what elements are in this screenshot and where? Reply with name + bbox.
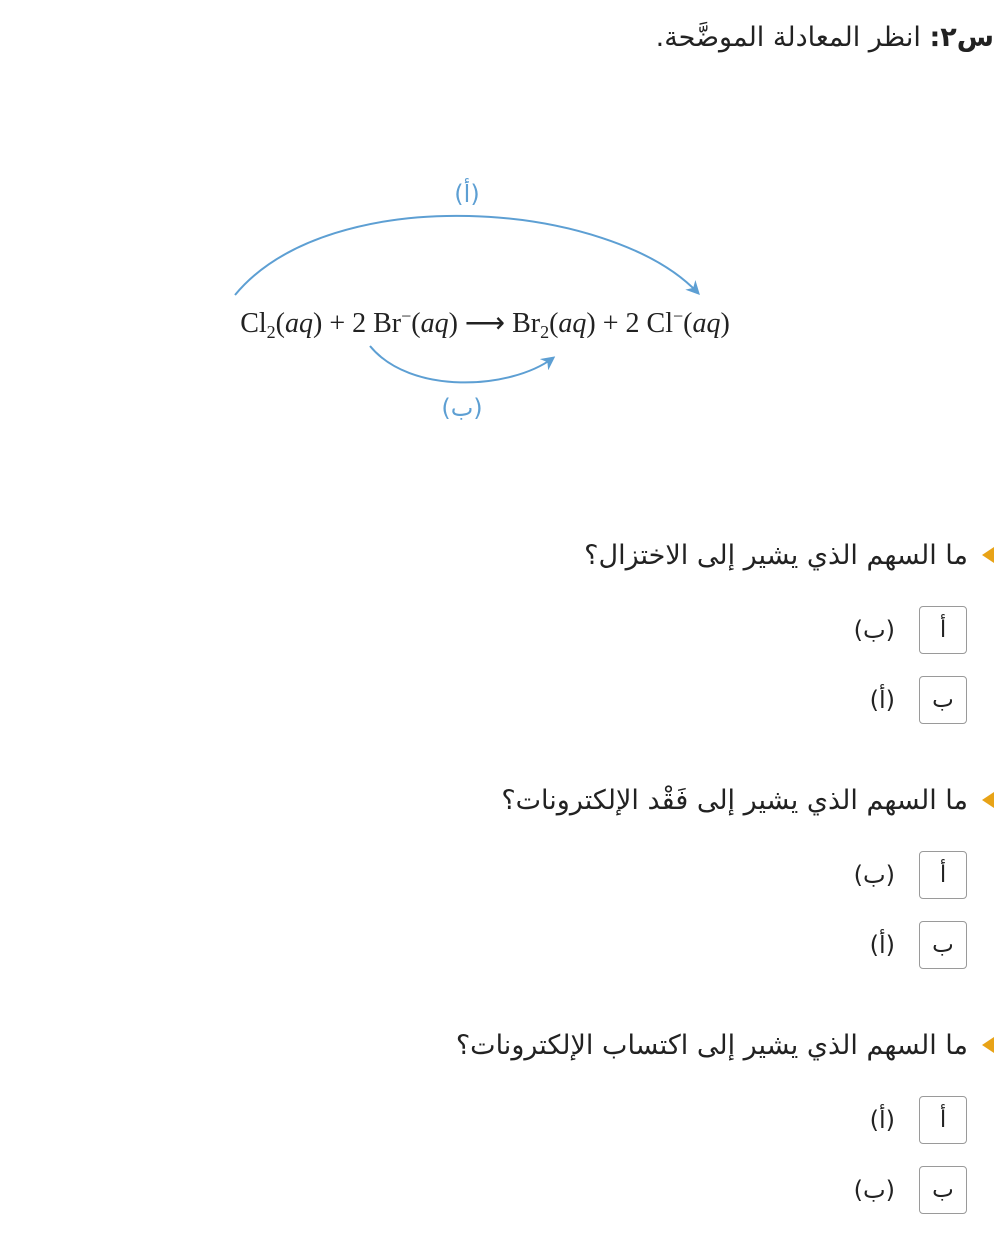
option-text[interactable]: (ب) [854, 616, 895, 644]
option-text[interactable]: (أ) [870, 686, 895, 714]
option-text[interactable]: (ب) [854, 1176, 895, 1204]
chemical-equation: Cl2(aq) + 2 Br−(aq) ⟶ Br2(aq) + 2 Cl−(aq… [240, 306, 730, 342]
arrow-a [234, 214, 700, 296]
arrow-b [369, 345, 556, 384]
question-number: س٢: [929, 22, 994, 53]
arrow-a-label: (أ) [454, 178, 479, 208]
option-text[interactable]: (أ) [870, 1106, 895, 1134]
option-letter-box[interactable]: أ [919, 1096, 967, 1144]
part-1-option-b[interactable]: ب (أ) [14, 675, 967, 725]
bullet-triangle-icon [982, 547, 994, 563]
arrow-b-label: (ب) [441, 394, 482, 422]
question-part-3: ما السهم الذي يشير إلى اكتساب الإلكترونا… [14, 1025, 994, 1215]
option-letter-box[interactable]: ب [919, 921, 967, 969]
part-2-question: ما السهم الذي يشير إلى فَقْد الإلكترونات… [14, 780, 994, 820]
question-part-1: ما السهم الذي يشير إلى الاختزال؟ أ (ب) ب… [14, 535, 994, 725]
option-text[interactable]: (ب) [854, 861, 895, 889]
part-1-question: ما السهم الذي يشير إلى الاختزال؟ [14, 535, 994, 575]
option-text[interactable]: (أ) [870, 931, 895, 959]
part-2-option-b[interactable]: ب (أ) [14, 920, 967, 970]
option-letter-box[interactable]: ب [919, 1166, 967, 1214]
part-1-option-a[interactable]: أ (ب) [14, 605, 967, 655]
option-letter-box[interactable]: ب [919, 676, 967, 724]
part-3-question: ما السهم الذي يشير إلى اكتساب الإلكترونا… [14, 1025, 994, 1065]
question-part-2: ما السهم الذي يشير إلى فَقْد الإلكترونات… [14, 780, 994, 970]
bullet-triangle-icon [982, 792, 994, 808]
part-3-option-a[interactable]: أ (أ) [14, 1095, 967, 1145]
part-2-option-a[interactable]: أ (ب) [14, 850, 967, 900]
part-1-question-text: ما السهم الذي يشير إلى الاختزال؟ [584, 539, 968, 571]
part-2-question-text: ما السهم الذي يشير إلى فَقْد الإلكترونات… [501, 784, 968, 816]
bullet-triangle-icon [982, 1037, 994, 1053]
option-letter-box[interactable]: أ [919, 606, 967, 654]
question-header: س٢: انظر المعادلة الموضَّحة. [656, 22, 994, 53]
question-text: انظر المعادلة الموضَّحة. [655, 22, 930, 53]
option-letter-box[interactable]: أ [919, 851, 967, 899]
part-3-question-text: ما السهم الذي يشير إلى اكتساب الإلكترونا… [455, 1029, 968, 1061]
part-3-option-b[interactable]: ب (ب) [14, 1165, 967, 1215]
redox-equation-diagram: (أ) Cl2(aq) + 2 Br−(aq) ⟶ Br2(aq) + 2 Cl… [234, 178, 730, 422]
